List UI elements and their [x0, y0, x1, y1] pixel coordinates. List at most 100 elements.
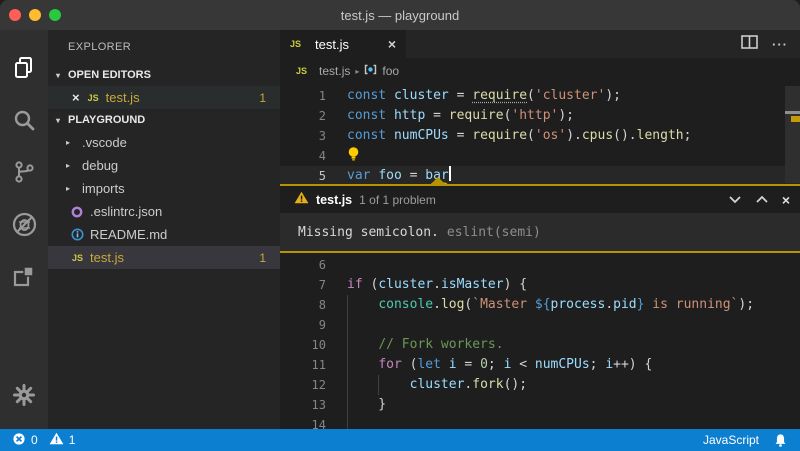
- chevron-right-icon: ▸: [66, 184, 78, 193]
- code-line-4[interactable]: 4: [280, 146, 800, 166]
- language-mode-item[interactable]: JavaScript: [703, 433, 759, 447]
- breadcrumb-symbol[interactable]: foo: [382, 64, 399, 78]
- sidebar-item-vscode[interactable]: ▸ .vscode: [48, 131, 280, 154]
- code-line-13[interactable]: 13 }: [280, 395, 800, 415]
- code-token: isMaster: [441, 277, 504, 292]
- code-token: const: [347, 108, 394, 123]
- code-line-9[interactable]: 9: [280, 315, 800, 335]
- line-number[interactable]: 12: [296, 375, 326, 395]
- zoom-window-button[interactable]: [49, 9, 61, 21]
- code-token: ;: [488, 357, 504, 372]
- line-number[interactable]: 13: [296, 395, 326, 415]
- split-editor-icon[interactable]: [741, 35, 758, 54]
- gear-icon[interactable]: [0, 369, 48, 421]
- code-token: (: [527, 88, 535, 103]
- problems-status-item[interactable]: 0 1: [12, 432, 75, 449]
- indent-guide: [347, 375, 348, 395]
- peek-problem-count: 1 of 1 problem: [359, 193, 436, 207]
- code-line-6[interactable]: 6: [280, 255, 800, 275]
- line-number[interactable]: 9: [296, 315, 326, 335]
- sidebar-item-imports[interactable]: ▸ imports: [48, 177, 280, 200]
- notifications-bell-icon[interactable]: [773, 433, 788, 448]
- line-number[interactable]: 8: [296, 295, 326, 315]
- breadcrumb-file[interactable]: test.js: [319, 64, 350, 78]
- line-number[interactable]: 2: [296, 106, 326, 126]
- indent-guide: [347, 415, 348, 429]
- indent-guide: [347, 295, 348, 315]
- code-token: ++) {: [613, 357, 652, 372]
- chevron-up-icon[interactable]: [755, 191, 769, 209]
- line-number[interactable]: 1: [296, 86, 326, 106]
- code-text: for (let i = 0; i < numCPUs; i++) {: [347, 355, 652, 375]
- line-number[interactable]: 10: [296, 335, 326, 355]
- error-count: 0: [31, 433, 38, 447]
- close-window-button[interactable]: [9, 9, 21, 21]
- code-line-2[interactable]: 2const http = require('http');: [280, 106, 800, 126]
- line-number[interactable]: 4: [296, 146, 326, 166]
- line-number[interactable]: 14: [296, 415, 326, 429]
- breadcrumb: JS test.js ▸ foo: [280, 58, 800, 84]
- sidebar-item-readme[interactable]: README.md: [48, 223, 280, 246]
- line-number[interactable]: 5: [296, 166, 326, 184]
- code-token: const: [347, 128, 394, 143]
- folder-name: .vscode: [82, 135, 127, 150]
- code-token: cluster: [394, 88, 449, 103]
- sidebar-item-eslintrc[interactable]: .eslintrc.json: [48, 200, 280, 223]
- code-line-11[interactable]: 11 for (let i = 0; i < numCPUs; i++) {: [280, 355, 800, 375]
- close-tab-icon[interactable]: ×: [388, 36, 396, 52]
- code-token: =: [402, 168, 425, 183]
- activity-bar: [0, 30, 48, 429]
- code-line-1[interactable]: 1const cluster = require('cluster');: [280, 86, 800, 106]
- problem-count-badge: 1: [259, 91, 266, 105]
- code-token: 0: [480, 357, 488, 372]
- problem-message-row[interactable]: Missing semicolon. eslint(semi): [280, 213, 800, 251]
- peek-arrow: [430, 177, 446, 185]
- debug-icon[interactable]: [0, 198, 48, 250]
- info-icon: [70, 228, 84, 242]
- code-region-bottom: 67if (cluster.isMaster) {8 console.log(`…: [280, 253, 800, 429]
- warning-icon: [294, 191, 309, 209]
- code-line-12[interactable]: 12 cluster.fork();: [280, 375, 800, 395]
- code-text: console.log(`Master ${process.pid} is ru…: [347, 295, 754, 315]
- playground-header[interactable]: ▾ PLAYGROUND: [48, 109, 280, 131]
- code-line-8[interactable]: 8 console.log(`Master ${process.pid} is …: [280, 295, 800, 315]
- more-actions-icon[interactable]: ···: [772, 37, 788, 52]
- search-icon[interactable]: [0, 94, 48, 146]
- code-token: );: [605, 88, 621, 103]
- extensions-icon[interactable]: [0, 250, 48, 302]
- code-token: pid: [613, 297, 636, 312]
- close-peek-icon[interactable]: ×: [782, 192, 790, 208]
- chevron-down-icon[interactable]: [728, 191, 742, 209]
- code-text: const numCPUs = require('os').cpus().len…: [347, 126, 691, 146]
- open-editors-header[interactable]: ▾ OPEN EDITORS: [48, 64, 280, 86]
- line-number[interactable]: 3: [296, 126, 326, 146]
- file-name: README.md: [90, 227, 167, 242]
- source-control-icon[interactable]: [0, 146, 48, 198]
- code-line-5[interactable]: 5var foo = bar: [280, 166, 800, 184]
- line-number[interactable]: 11: [296, 355, 326, 375]
- code-line-3[interactable]: 3 const numCPUs = require('os').cpus().le…: [280, 126, 800, 146]
- overview-ruler[interactable]: [785, 86, 800, 183]
- code-line-10[interactable]: 10 // Fork workers.: [280, 335, 800, 355]
- vscode-window: test.js — playground: [0, 0, 800, 451]
- code-token: .: [605, 297, 613, 312]
- close-icon[interactable]: ×: [72, 90, 80, 105]
- sidebar-item-testjs[interactable]: JS test.js 1: [48, 246, 280, 269]
- code-token: const: [347, 88, 394, 103]
- line-number[interactable]: 7: [296, 275, 326, 295]
- explorer-icon[interactable]: [0, 42, 48, 94]
- sidebar-item-debug[interactable]: ▸ debug: [48, 154, 280, 177]
- code-token: ).: [566, 128, 582, 143]
- js-file-icon: JS: [72, 253, 83, 263]
- code-token: );: [738, 297, 754, 312]
- open-editor-item-testjs[interactable]: × JS test.js 1: [48, 86, 280, 109]
- line-number[interactable]: 6: [296, 255, 326, 275]
- minimize-window-button[interactable]: [29, 9, 41, 21]
- tab-testjs[interactable]: JS test.js ×: [280, 30, 406, 58]
- folder-name: imports: [82, 181, 125, 196]
- code-token: foo: [378, 168, 401, 183]
- code-line-7[interactable]: 7if (cluster.isMaster) {: [280, 275, 800, 295]
- code-line-14[interactable]: 14: [280, 415, 800, 429]
- code-token: (: [363, 277, 379, 292]
- code-text: // Fork workers.: [347, 335, 504, 355]
